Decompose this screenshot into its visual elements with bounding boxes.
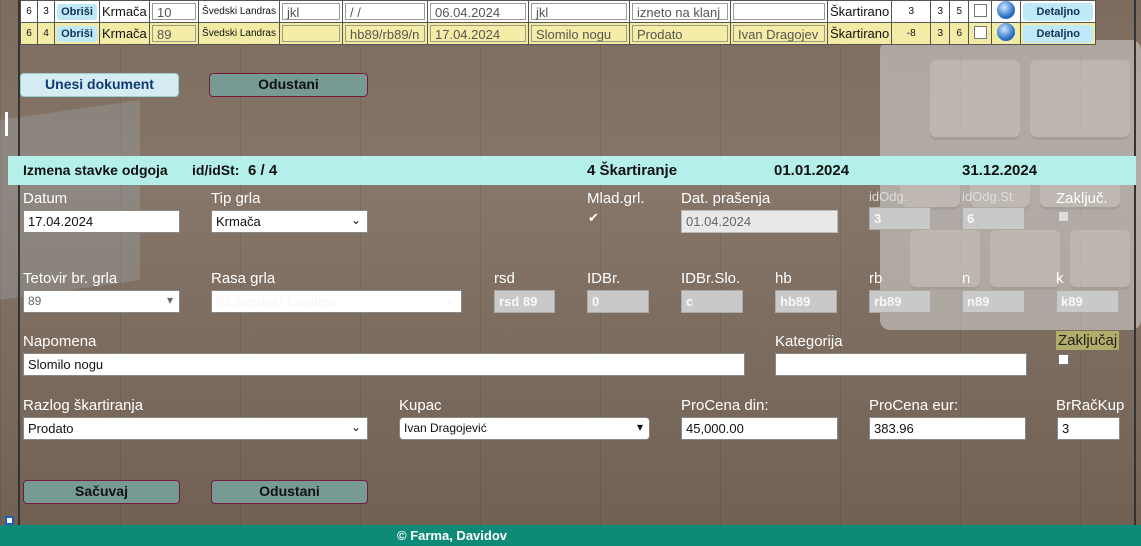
datum-input[interactable]: 17.04.2024 bbox=[23, 210, 180, 233]
kategorija-input[interactable] bbox=[775, 353, 1027, 376]
table-row: 6 3 Obriši Krmača 10 Švedski Landras jkl… bbox=[20, 0, 1097, 23]
k-label: k bbox=[1056, 270, 1064, 287]
band-id-label: id/idSt: bbox=[192, 162, 240, 178]
edit-header-band: Izmena stavke odgoja id/idSt: 6 / 4 4 Šk… bbox=[8, 156, 1136, 185]
procena-din-input[interactable]: 45,000.00 bbox=[681, 417, 838, 440]
chevron-down-icon: ▾ bbox=[636, 420, 643, 434]
globe-icon[interactable] bbox=[997, 1, 1016, 19]
row-checkbox[interactable] bbox=[973, 3, 987, 17]
procena-eur-input[interactable]: 383.96 bbox=[869, 417, 1026, 440]
band-title: Izmena stavke odgoja bbox=[23, 162, 168, 178]
tip-grla-label: Tip grla bbox=[211, 190, 261, 207]
zakljucaj-label: Zaključaj bbox=[1056, 331, 1120, 350]
idodg-label: idOdg. bbox=[869, 189, 908, 204]
chevron-down-icon: ⌄ bbox=[444, 293, 455, 307]
delete-button[interactable]: Obriši bbox=[57, 25, 97, 42]
razlog-label: Razlog škartiranja bbox=[23, 397, 144, 414]
delete-button[interactable]: Obriši bbox=[57, 3, 97, 20]
enter-document-button[interactable]: Unesi dokument bbox=[20, 73, 179, 97]
right-border bbox=[1134, 0, 1136, 525]
brrackup-label: BrRačKup bbox=[1056, 397, 1125, 414]
globe-icon[interactable] bbox=[997, 23, 1016, 41]
k-input[interactable]: k89 bbox=[1056, 290, 1119, 313]
rb-input[interactable]: rb89 bbox=[869, 290, 931, 313]
cancel-bottom-button[interactable]: Odustani bbox=[211, 480, 368, 504]
idodgst-label: idOdg.St bbox=[962, 189, 1013, 204]
background-keyboard bbox=[880, 40, 1141, 330]
band-id-value: 6 / 4 bbox=[248, 162, 278, 179]
records-table: 6 3 Obriši Krmača 10 Švedski Landras jkl… bbox=[20, 0, 1097, 45]
mlad-checkbox[interactable]: ✔ bbox=[588, 210, 599, 226]
dat-prasenja-label: Dat. prašenja bbox=[681, 190, 771, 207]
kupac-select[interactable]: Ivan Dragojević ▾ bbox=[399, 417, 650, 440]
zakljuc-checkbox[interactable] bbox=[1058, 211, 1069, 222]
rsd-label: rsd bbox=[494, 270, 515, 287]
save-button[interactable]: Sačuvaj bbox=[23, 480, 180, 504]
rb-label: rb bbox=[869, 270, 883, 287]
idodg-input[interactable]: 3 bbox=[869, 207, 931, 230]
idbr-label: IDBr. bbox=[587, 270, 621, 287]
zakljucaj-checkbox[interactable] bbox=[1058, 354, 1069, 365]
idbr-input[interactable]: 0 bbox=[587, 290, 649, 313]
rasa-label: Rasa grla bbox=[211, 270, 276, 287]
chevron-down-icon: ⌄ bbox=[350, 420, 361, 434]
details-button[interactable]: Detaljno bbox=[1023, 24, 1094, 43]
procena-din-label: ProCena din: bbox=[681, 397, 769, 414]
table-row: 6 4 Obriši Krmača 89 Švedski Landras hb8… bbox=[20, 22, 1097, 45]
chevron-down-icon: ▾ bbox=[166, 293, 173, 307]
cancel-top-button[interactable]: Odustani bbox=[209, 73, 368, 97]
n-input[interactable]: n89 bbox=[962, 290, 1025, 313]
datum-label: Datum bbox=[23, 190, 68, 207]
band-type: 4 Škartiranje bbox=[587, 162, 678, 179]
details-button[interactable]: Detaljno bbox=[1023, 2, 1094, 21]
footer: © Farma, Davidov bbox=[0, 525, 1141, 546]
kategorija-label: Kategorija bbox=[775, 333, 843, 350]
procena-eur-label: ProCena eur: bbox=[869, 397, 959, 414]
mlad-label: Mlad.grl. bbox=[587, 190, 645, 207]
hb-label: hb bbox=[775, 270, 792, 287]
napomena-input[interactable]: Slomilo nogu bbox=[23, 353, 745, 376]
hb-input[interactable]: hb89 bbox=[775, 290, 837, 313]
rsd-input[interactable]: rsd 89 bbox=[494, 290, 555, 313]
scroll-handle-icon[interactable] bbox=[5, 516, 14, 525]
idbrslo-label: IDBr.Slo. bbox=[681, 270, 741, 287]
razlog-select[interactable]: Prodato ⌄ bbox=[23, 417, 368, 440]
row-checkbox[interactable] bbox=[973, 25, 987, 39]
tip-grla-select[interactable]: Krmača ⌄ bbox=[211, 210, 368, 233]
brrackup-input[interactable]: 3 bbox=[1057, 417, 1120, 440]
text-cursor bbox=[5, 112, 8, 136]
zakljuc-label: Zaključ. bbox=[1056, 190, 1108, 207]
idodgst-input[interactable]: 6 bbox=[962, 207, 1025, 230]
napomena-label: Napomena bbox=[23, 333, 97, 350]
band-date-to: 31.12.2024 bbox=[962, 162, 1038, 179]
idbrslo-input[interactable]: c bbox=[681, 290, 743, 313]
footer-text: © Farma, Davidov bbox=[397, 528, 508, 543]
tetovir-label: Tetovir br. grla bbox=[23, 270, 118, 287]
chevron-down-icon: ⌄ bbox=[350, 213, 361, 227]
kupac-label: Kupac bbox=[399, 397, 442, 414]
band-date-from: 01.01.2024 bbox=[774, 162, 850, 179]
tetovir-select[interactable]: 89 ▾ bbox=[23, 290, 180, 313]
dat-prasenja-input[interactable]: 01.04.2024 bbox=[681, 210, 838, 233]
n-label: n bbox=[962, 270, 971, 287]
rasa-select[interactable]: 03 Švedski Landras ⌄ bbox=[211, 290, 462, 313]
